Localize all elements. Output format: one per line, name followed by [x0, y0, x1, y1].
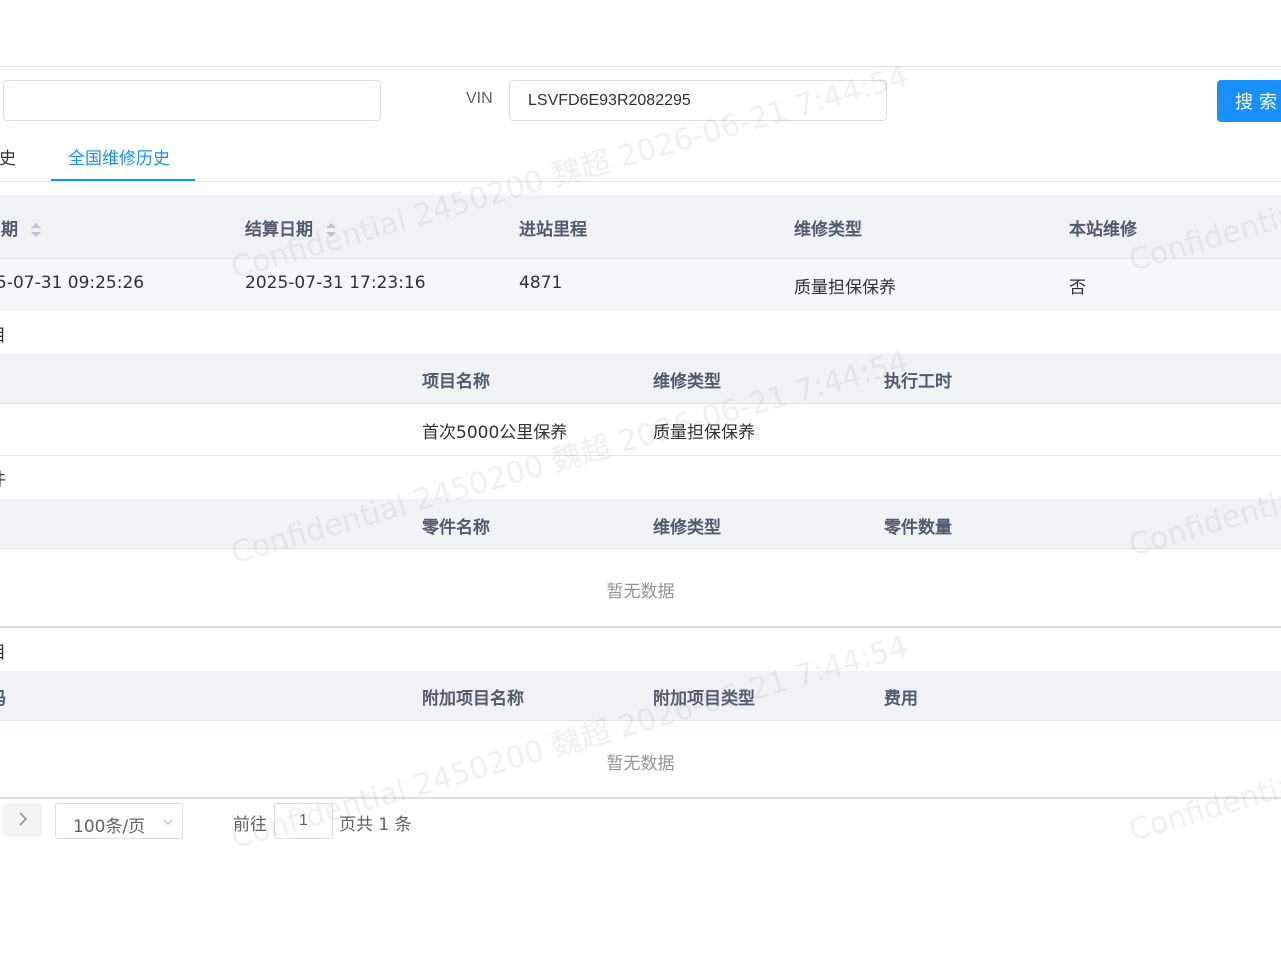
col-header-local-repair: 本站维修 [1069, 220, 1137, 240]
col-header-extra-fee: 费用 [884, 689, 918, 709]
col-header-settle-date[interactable]: 结算日期 [245, 215, 337, 240]
cell-local-repair: 否 [1069, 278, 1086, 298]
cell-item-repair-type: 质量担保保养 [653, 423, 755, 443]
repair-history-page: VIN 搜索 历史 全国维修历史 日期 结算日期 进站里程 维修类型 本站维修 … [0, 0, 1281, 961]
page-size-select[interactable]: 100条/页 [55, 803, 183, 839]
extra-table-bottom-border [0, 797, 1281, 799]
col-header-extra-code: 码 [0, 684, 6, 709]
cell-settle-date: 2025-07-31 17:23:16 [245, 273, 426, 293]
cell-mileage: 4871 [519, 273, 563, 293]
parts-table-bottom-border [0, 626, 1281, 628]
next-page-button[interactable] [3, 803, 42, 837]
parts-table-header: 零件名称 维修类型 零件数量 [0, 499, 1281, 549]
search-input-left[interactable] [3, 80, 381, 121]
col-header-item-repair-type: 维修类型 [653, 372, 721, 392]
col-header-item-name: 项目名称 [422, 372, 490, 392]
header-divider [0, 66, 1281, 67]
items-table-header: 项目名称 维修类型 执行工时 [0, 354, 1281, 404]
goto-label: 前往 [233, 815, 267, 835]
col-header-part-qty: 零件数量 [884, 518, 952, 538]
col-header-extra-name: 附加项目名称 [422, 689, 524, 709]
sort-icon[interactable] [325, 221, 337, 239]
col-header-part-name: 零件名称 [422, 518, 490, 538]
col-header-labor-hours: 执行工时 [884, 372, 952, 392]
total-label: 页共 1 条 [339, 815, 412, 835]
extra-empty-text: 暂无数据 [606, 754, 675, 774]
parts-section-label: 件 [0, 465, 6, 490]
col-header-mileage: 进站里程 [519, 220, 587, 240]
search-button[interactable]: 搜索 [1217, 80, 1281, 122]
extra-section-label: 目 [0, 638, 6, 663]
col-header-date[interactable]: 日期 [0, 215, 42, 240]
sort-icon[interactable] [30, 221, 42, 239]
col-header-extra-type: 附加项目类型 [653, 689, 755, 709]
page-size-value: 100条/页 [73, 817, 146, 837]
goto-page-input[interactable] [274, 803, 333, 839]
chevron-right-icon [18, 811, 27, 826]
tab-local-history[interactable]: 历史 [0, 148, 16, 182]
cell-date: 5-07-31 09:25:26 [0, 273, 145, 293]
chevron-down-icon [163, 819, 173, 825]
vin-label: VIN [466, 90, 493, 107]
table-row[interactable]: 5-07-31 09:25:26 2025-07-31 17:23:16 487… [0, 259, 1281, 310]
items-section-label: 目 [0, 321, 6, 346]
parts-empty-text: 暂无数据 [606, 582, 675, 602]
orders-table-header: 日期 结算日期 进站里程 维修类型 本站维修 [0, 195, 1281, 259]
cell-repair-type: 质量担保保养 [794, 278, 896, 298]
col-header-repair-type: 维修类型 [794, 220, 862, 240]
tab-national-history[interactable]: 全国维修历史 [68, 148, 170, 182]
extra-table-header: 码 附加项目名称 附加项目类型 费用 [0, 671, 1281, 721]
tabs-divider [0, 181, 1281, 182]
col-header-part-repair-type: 维修类型 [653, 518, 721, 538]
watermark: Confidential [1125, 765, 1281, 849]
table-row[interactable]: 首次5000公里保养 质量担保保养 [0, 404, 1281, 456]
vin-input[interactable] [509, 80, 887, 121]
cell-item-name: 首次5000公里保养 [422, 423, 568, 443]
